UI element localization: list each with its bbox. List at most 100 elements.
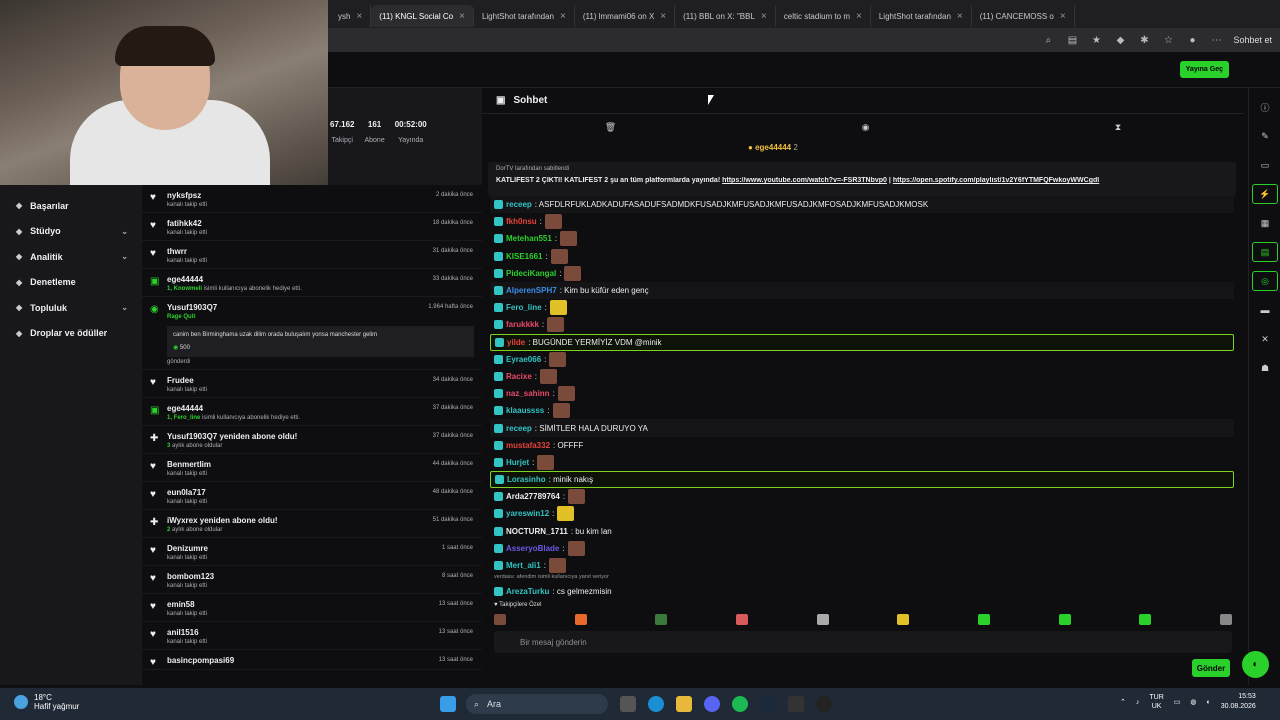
chat-message[interactable]: naz_sahinn:	[490, 385, 1234, 402]
chat-message[interactable]: mustafa332: OFFFF	[490, 437, 1234, 454]
emote-icon[interactable]	[1219, 614, 1232, 625]
chat-message[interactable]: yilde: BUGÜNDE YERMİYİZ VDM @minik	[490, 333, 1234, 351]
chat-message[interactable]: Hurjet:	[490, 454, 1234, 471]
discord-icon[interactable]	[704, 696, 720, 712]
monitor-icon[interactable]: ▭	[1174, 698, 1181, 706]
browser-tab[interactable]: LightShot tarafından ×	[474, 5, 575, 27]
lang-code[interactable]: TUR	[1149, 693, 1163, 702]
browser-tab[interactable]: (11) lmmami06 on X ×	[575, 5, 676, 27]
chat-username[interactable]: mustafa332	[506, 441, 550, 450]
emote-icon[interactable]	[574, 614, 587, 625]
record-icon[interactable]: ◎	[1252, 271, 1278, 291]
browser-tab[interactable]: LightShot tarafından ×	[871, 5, 972, 27]
chat-username[interactable]: KISE1661	[506, 252, 542, 261]
chat-username[interactable]: naz_sahinn	[506, 389, 550, 398]
go-live-button[interactable]: Yayına Geç	[1179, 61, 1229, 78]
chat-username[interactable]: yareswin12	[506, 509, 549, 518]
close-icon[interactable]: ×	[957, 11, 963, 22]
close-icon[interactable]: ×	[560, 11, 566, 22]
trash-icon[interactable]: 🗑	[605, 122, 616, 133]
close-icon[interactable]: ×	[761, 11, 767, 22]
emote-icon[interactable]	[735, 614, 748, 625]
chat-username[interactable]: receep	[506, 200, 532, 209]
chat-username[interactable]: Mert_ali1	[506, 561, 541, 570]
chat-username[interactable]: klaaussss	[506, 406, 544, 415]
chat-username[interactable]: receep	[506, 424, 532, 433]
spotify-icon[interactable]	[732, 696, 748, 712]
chat-message[interactable]: ArezaTurku: cs gelmezmisin	[490, 583, 1234, 600]
chat-message[interactable]: Metehan551:	[490, 230, 1234, 247]
chat-username[interactable]: Racixe	[506, 372, 532, 381]
chevron-up-icon[interactable]: ⌃	[1120, 698, 1126, 706]
sidebar-item[interactable]: ◆ Analitik ⌄	[0, 244, 142, 270]
browser-tab[interactable]: celtic stadium to m ×	[776, 5, 871, 27]
doc-icon[interactable]: ▦	[1252, 213, 1278, 233]
chat-message[interactable]: AsseryoBlade:	[490, 540, 1234, 557]
sidebar-item[interactable]: ◆ Denetleme	[0, 270, 142, 296]
chat-message[interactable]: yareswin12:	[490, 505, 1234, 522]
chat-message[interactable]: Mert_ali1:	[490, 557, 1234, 574]
chat-message[interactable]: klaaussss:	[490, 402, 1234, 419]
chat-message[interactable]: fkh0nsu:	[490, 213, 1234, 230]
close-icon[interactable]: ×	[459, 11, 465, 22]
chat-rail-icon[interactable]: ▤	[1252, 242, 1278, 262]
chat-message[interactable]: receep: ASFDLRFUKLADKADUFASADUFSADMDKFUS…	[490, 196, 1234, 214]
folder-icon[interactable]	[676, 696, 692, 712]
chat-message[interactable]: AlperenSPH7: Kim bu küfür eden genç	[490, 281, 1234, 300]
weather-widget[interactable]: 18°C Hafif yağmur	[14, 693, 79, 711]
sidebar-item[interactable]: ◆ Başarılar	[0, 193, 142, 219]
edge-icon[interactable]	[648, 696, 664, 712]
sidebar-item[interactable]: ◆ Droplar ve ödüller	[0, 321, 142, 347]
chat-username[interactable]: fkh0nsu	[506, 217, 537, 226]
chat-message[interactable]: PideciKangal:	[490, 265, 1234, 282]
chat-username[interactable]: Fero_line	[506, 303, 542, 312]
chat-username[interactable]: yilde	[507, 338, 525, 347]
clock[interactable]: 15:53 30.08.2026	[1221, 692, 1256, 712]
profile-icon[interactable]: ●	[1185, 33, 1199, 47]
chat-message[interactable]: NOCTURN_1711: bu kim lan	[490, 523, 1234, 540]
lightning-icon[interactable]: ⚡	[1252, 184, 1278, 204]
wallet-icon[interactable]: ▬	[1252, 300, 1278, 320]
sidebar-item[interactable]: ◆ Topluluk ⌄	[0, 295, 142, 321]
hourglass-icon[interactable]: ⧗	[1115, 122, 1121, 133]
obs-icon[interactable]	[816, 696, 832, 712]
emote-icon[interactable]	[494, 614, 506, 625]
chat-username[interactable]: farukkkk	[506, 320, 539, 329]
steam-icon[interactable]	[760, 696, 776, 712]
zoom-icon[interactable]: ⌕	[1041, 33, 1055, 47]
chat-username[interactable]: AsseryoBlade	[506, 544, 559, 553]
chat-input[interactable]: Bir mesaj gönderin	[494, 631, 1232, 653]
chat-message[interactable]: farukkkk:	[490, 316, 1234, 333]
chat-username[interactable]: Lorasinho	[507, 475, 546, 484]
emote-icon[interactable]	[1058, 614, 1071, 625]
epic-icon[interactable]	[788, 696, 804, 712]
extension-icon[interactable]: ◆	[1113, 33, 1127, 47]
chat-username[interactable]: Eyrae066	[506, 355, 541, 364]
chat-message[interactable]: Lorasinho: minik nakış	[490, 471, 1234, 489]
camera-icon[interactable]: ▭	[1252, 155, 1278, 175]
emote-icon[interactable]	[897, 614, 910, 625]
close-icon[interactable]: ×	[1060, 11, 1066, 22]
edit-icon[interactable]: ✎	[1252, 126, 1278, 146]
chat-message[interactable]: receep: SİMİTLER HALA DURUYO YA	[490, 419, 1234, 437]
chat-message[interactable]: Eyrae066:	[490, 351, 1234, 368]
volume-icon[interactable]: ◐	[1207, 699, 1211, 706]
close-icon[interactable]: ×	[660, 11, 666, 22]
favorites-icon[interactable]: ☆	[1161, 33, 1175, 47]
pinned-message[interactable]: DorTV tarafından sabitlendi KATLİFEST 2 …	[488, 162, 1236, 196]
sidebar-item[interactable]: ◆ Stüdyo ⌄	[0, 219, 142, 245]
chat-message[interactable]: Arda27789764:	[490, 488, 1234, 505]
chat-bubble-icon[interactable]: ◉	[862, 122, 870, 133]
pinned-link-youtube[interactable]: https://www.youtube.com/watch?v=-FSR3TNb…	[722, 177, 887, 184]
chat-username[interactable]: AlperenSPH7	[506, 286, 557, 295]
chat-message[interactable]: Fero_line:	[490, 299, 1234, 316]
mic-icon[interactable]: ♪	[1136, 699, 1140, 706]
chat-username[interactable]: ArezaTurku	[506, 587, 549, 596]
browser-tab[interactable]: (11) CANCEMOSS o ×	[972, 5, 1075, 27]
puzzle-icon[interactable]: ✱	[1137, 33, 1151, 47]
taskbar-search[interactable]: ⌕ Ara	[466, 694, 608, 714]
pinned-link-spotify[interactable]: https://open.spotify.com/playlist/1v2Y6f…	[893, 177, 1099, 184]
chat-username[interactable]: Metehan551	[506, 234, 552, 243]
send-button[interactable]: Gönder	[1192, 659, 1230, 677]
chat-message[interactable]: Racixe:	[490, 368, 1234, 385]
